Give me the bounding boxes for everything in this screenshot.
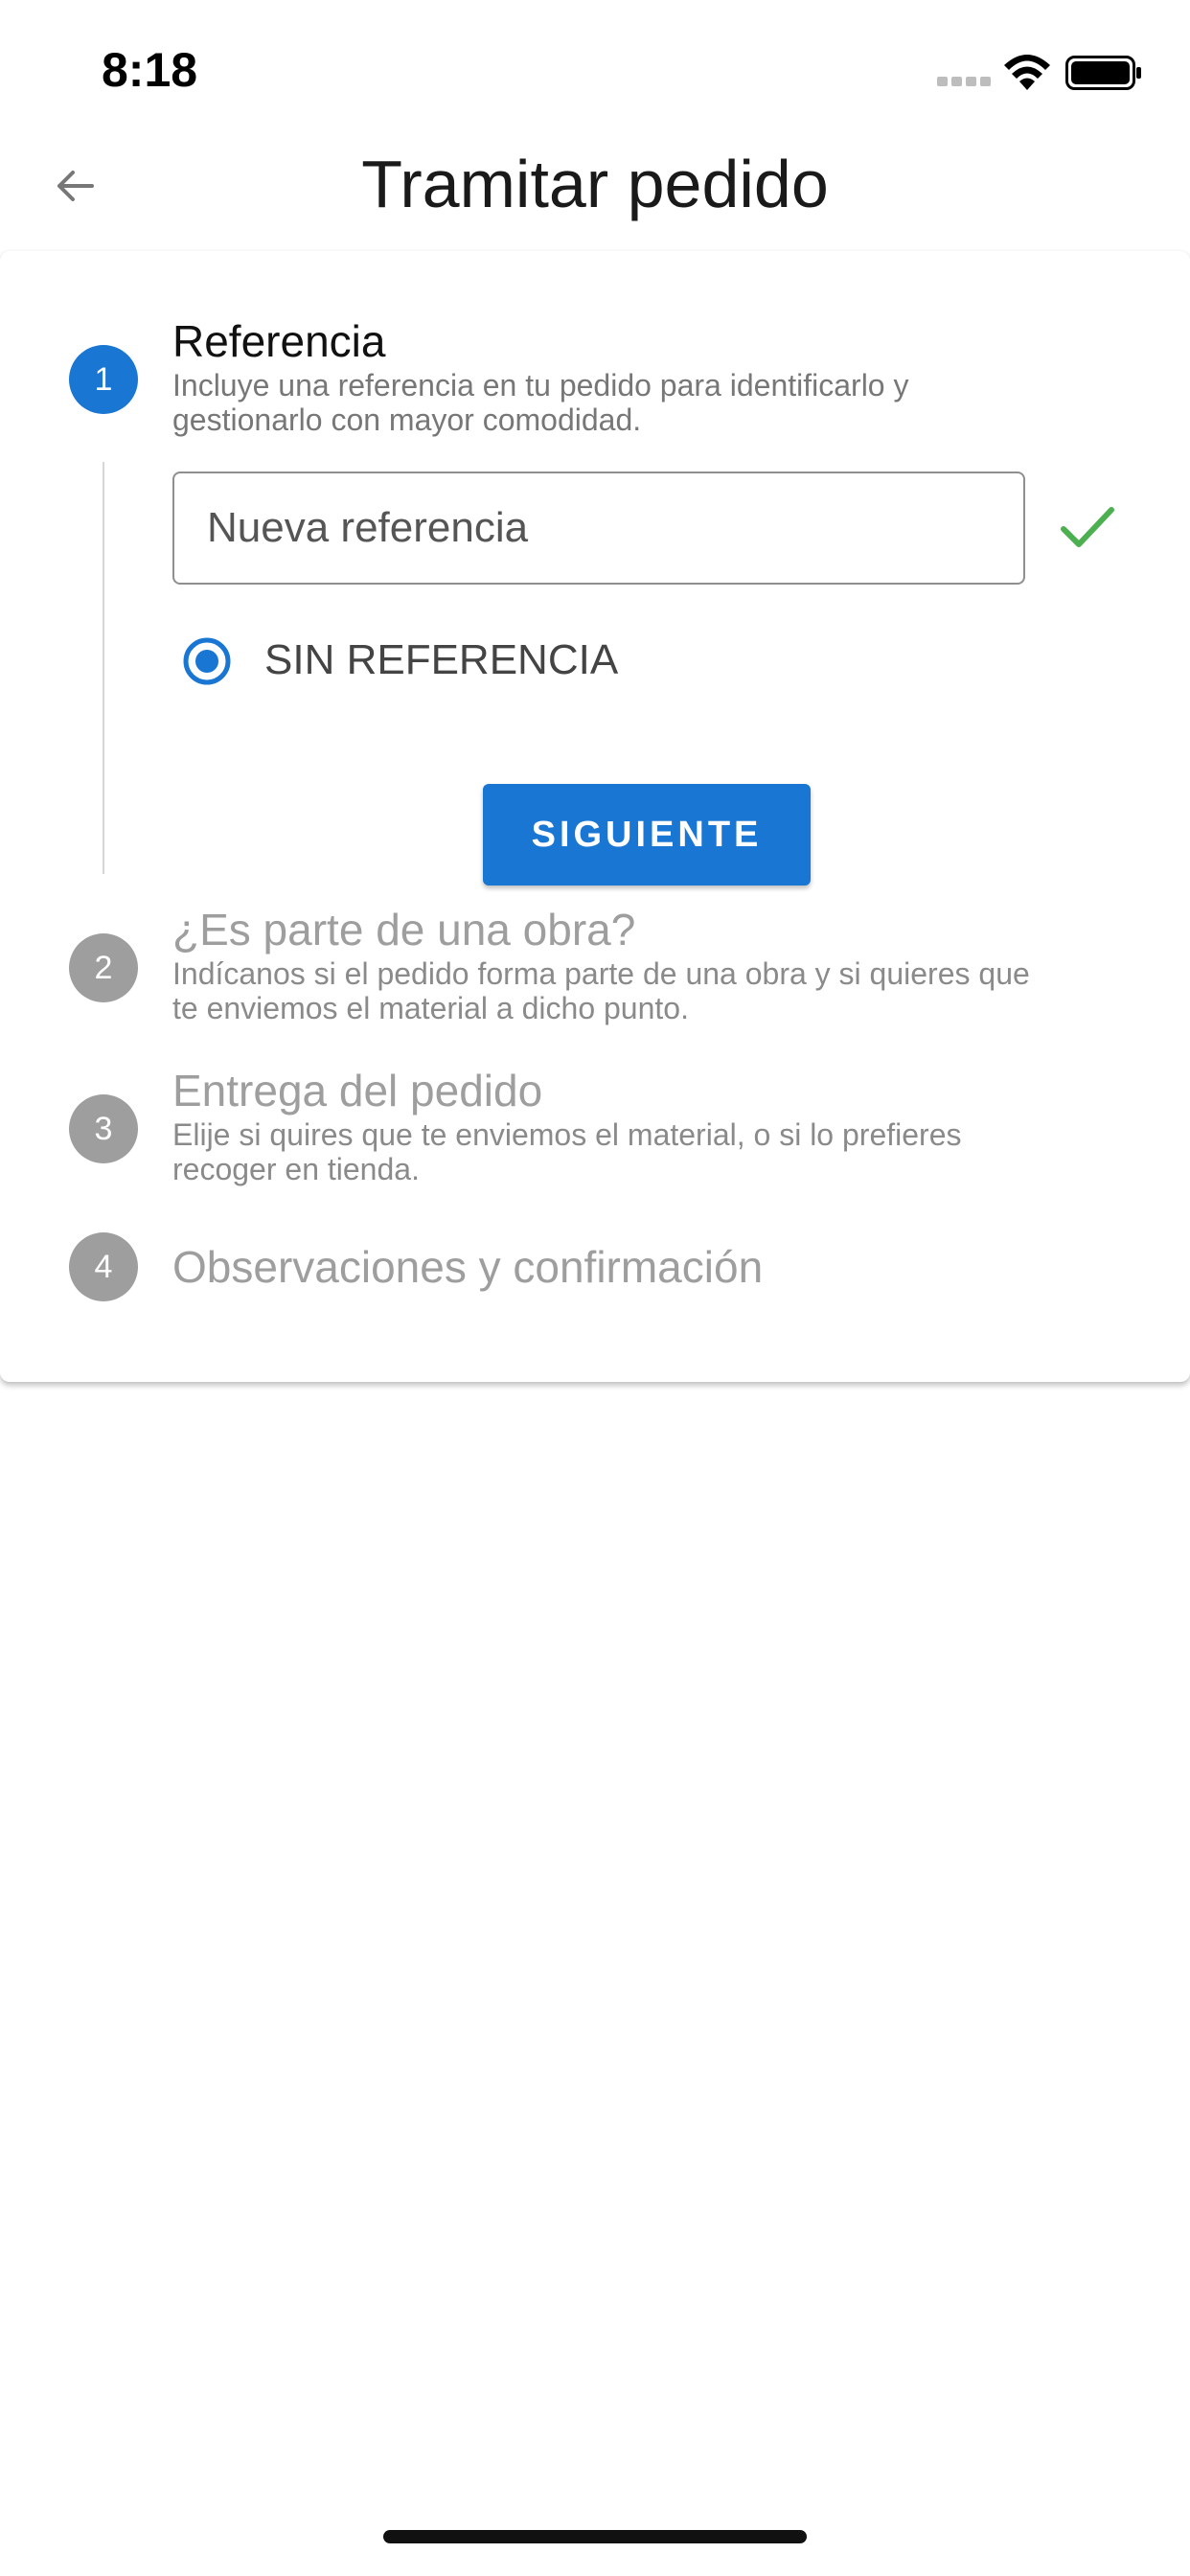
step-3-title[interactable]: Entrega del pedido — [172, 1066, 542, 1116]
no-reference-radio[interactable] — [182, 636, 232, 686]
step-connector-line — [103, 462, 104, 874]
battery-icon — [1065, 56, 1141, 90]
step-3-indicator[interactable]: 3 — [69, 1094, 138, 1163]
step-2-number: 2 — [94, 949, 113, 986]
step-1-subtitle-line-2: gestionarlo con mayor comodidad. — [172, 402, 642, 437]
home-indicator[interactable] — [383, 2530, 807, 2543]
step-2-indicator[interactable]: 2 — [69, 933, 138, 1002]
page-title: Tramitar pedido — [361, 147, 829, 221]
step-2-subtitle-line-2: te enviemos el material a dicho punto. — [172, 991, 689, 1025]
check-icon — [1061, 507, 1114, 547]
step-4-title[interactable]: Observaciones y confirmación — [172, 1242, 763, 1292]
step-1-number: 1 — [94, 360, 113, 398]
stepper-card: 1 Referencia Incluye una referencia en t… — [0, 251, 1190, 1382]
step-3-number: 3 — [94, 1110, 113, 1147]
step-4-indicator[interactable]: 4 — [69, 1232, 138, 1301]
status-time: 8:18 — [102, 43, 198, 97]
step-2-subtitle-line-1: Indícanos si el pedido forma parte de un… — [172, 956, 1030, 991]
step-1-subtitle-line-1: Incluye una referencia en tu pedido para… — [172, 368, 909, 402]
step-3-subtitle-line-2: recoger en tienda. — [172, 1152, 420, 1186]
next-button[interactable]: SIGUIENTE — [483, 784, 811, 886]
step-3-subtitle-line-1: Elije si quires que te enviemos el mater… — [172, 1117, 962, 1152]
step-2-title[interactable]: ¿Es parte de una obra? — [172, 905, 635, 954]
step-1-indicator[interactable]: 1 — [69, 345, 138, 414]
step-1-title[interactable]: Referencia — [172, 316, 385, 366]
no-reference-label[interactable]: SIN REFERENCIA — [264, 636, 618, 684]
status-bar: 8:18 — [0, 0, 1190, 134]
app-header: Tramitar pedido — [0, 134, 1190, 249]
wifi-icon — [1004, 55, 1050, 90]
cellular-signal-icon — [937, 77, 991, 86]
step-4-number: 4 — [94, 1248, 113, 1285]
screen: 8:18 Tramitar pedido 1 Referencia Incluy… — [0, 0, 1190, 2576]
reference-input[interactable] — [172, 472, 1025, 585]
